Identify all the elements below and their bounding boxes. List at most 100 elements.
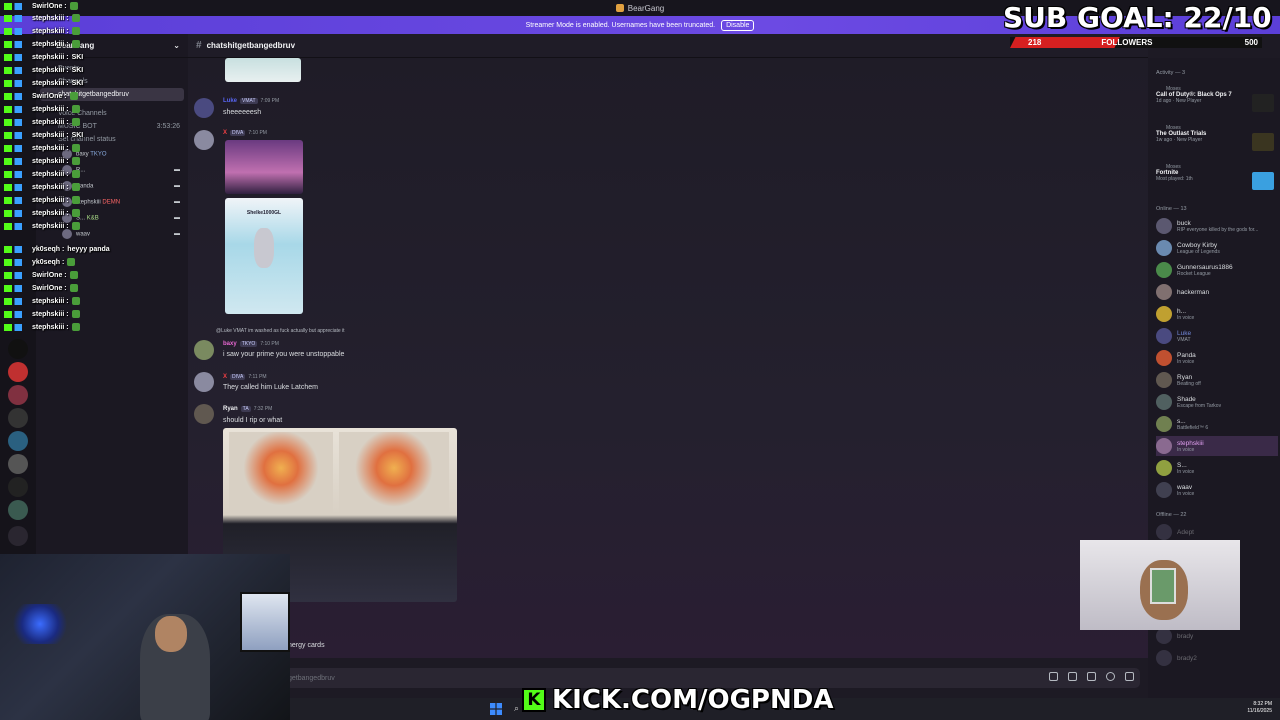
- message-author[interactable]: X: [223, 130, 227, 136]
- add-server-icon[interactable]: [8, 526, 28, 546]
- chat-badges-icon: [4, 258, 30, 266]
- message-author[interactable]: Ryan: [223, 406, 238, 412]
- member-status: Rocket League: [1177, 270, 1211, 277]
- gift-icon[interactable]: [1049, 672, 1058, 681]
- member-name: Cowboy Kirby: [1177, 241, 1218, 249]
- message-time: 7:11 PM: [248, 374, 267, 380]
- emote-icon: [71, 222, 80, 230]
- avatar: [1156, 460, 1172, 476]
- activity-card[interactable]: Moses Fortnite Most played: 1th: [1156, 164, 1274, 198]
- member-name: Ryan: [1177, 373, 1193, 381]
- avatar[interactable]: [194, 340, 214, 360]
- avatar[interactable]: [194, 130, 214, 150]
- server-icon[interactable]: [8, 362, 28, 382]
- member-item[interactable]: hackerman: [1156, 282, 1278, 302]
- server-icon[interactable]: [8, 454, 28, 474]
- emote-icon: [71, 14, 80, 22]
- kick-chat-user: stephskiii :: [32, 14, 69, 22]
- chat-badges-icon: [4, 284, 30, 292]
- member-name: s...: [1177, 417, 1186, 425]
- kick-chat-user: stephskiii :: [32, 157, 69, 165]
- member-item[interactable]: h... In voice: [1156, 304, 1278, 324]
- kick-chat-text: heyyy panda: [67, 245, 110, 253]
- disable-streamer-mode-button[interactable]: Disable: [721, 19, 755, 31]
- message-image[interactable]: [225, 140, 303, 194]
- avatar: [1156, 524, 1172, 540]
- chat-badges-icon: [4, 183, 30, 191]
- member-status: In voice: [1177, 490, 1195, 497]
- member-item[interactable]: Luke VMAT: [1156, 326, 1278, 346]
- member-item[interactable]: Shade Escape from Tarkov: [1156, 392, 1278, 412]
- member-item[interactable]: Panda In voice: [1156, 348, 1278, 368]
- followers-goal: 500: [1244, 38, 1258, 47]
- emoji-icon[interactable]: [1106, 672, 1115, 681]
- apps-icon[interactable]: [1125, 672, 1134, 681]
- kick-chat-text: SKI: [71, 53, 84, 61]
- kick-chat-line: SwirlOne :: [4, 269, 78, 281]
- message-image[interactable]: [225, 58, 301, 82]
- game-thumbnail: [1252, 94, 1274, 112]
- member-item[interactable]: Adept: [1156, 522, 1278, 542]
- kick-chat-user: stephskiii :: [32, 79, 69, 87]
- message-author[interactable]: baxy: [223, 341, 237, 347]
- kick-chat-user: stephskiii :: [32, 131, 69, 139]
- gif-icon[interactable]: [1068, 672, 1077, 681]
- server-icon[interactable]: [8, 339, 28, 359]
- streamer-head: [155, 616, 187, 652]
- server-icon[interactable]: [8, 500, 28, 520]
- reply-preview[interactable]: @Luke VMAT im washed as fuck actually bu…: [216, 328, 345, 334]
- message-text-partial: nergy cards: [288, 642, 325, 649]
- server-icon[interactable]: [8, 431, 28, 451]
- member-status: League of Legends: [1177, 248, 1220, 255]
- sticker-icon[interactable]: [1087, 672, 1096, 681]
- clock-date: 11/16/2025: [1247, 708, 1272, 714]
- member-item[interactable]: buck RIP everyone killed by the gods for.…: [1156, 216, 1278, 236]
- avatar[interactable]: [194, 98, 214, 118]
- member-name: waav: [1177, 483, 1193, 491]
- message-text: i saw your prime you were unstoppable: [223, 351, 345, 358]
- server-icon[interactable]: [8, 408, 28, 428]
- character-figure: [254, 228, 274, 268]
- member-item[interactable]: S... In voice: [1156, 458, 1278, 478]
- server-icon[interactable]: [8, 477, 28, 497]
- kick-chat-user: stephskiii :: [32, 183, 69, 191]
- activity-card[interactable]: Moses The Outlast Trials 1w ago · New Pl…: [1156, 125, 1274, 159]
- kick-logo-icon: K: [522, 688, 546, 712]
- member-item[interactable]: brady2: [1156, 648, 1278, 668]
- activity-card[interactable]: Moses Call of Duty®: Black Ops 7 1d ago …: [1156, 86, 1274, 120]
- member-item[interactable]: Cowboy Kirby League of Legends: [1156, 238, 1278, 258]
- kick-chat-user: SwirlOne :: [32, 284, 67, 292]
- windows-start-icon[interactable]: [490, 703, 502, 715]
- member-item[interactable]: waav In voice: [1156, 480, 1278, 500]
- member-item[interactable]: Ryan Beating off: [1156, 370, 1278, 390]
- emote-icon: [71, 144, 80, 152]
- emote-icon: [69, 284, 78, 292]
- message-header: X DIVA 7:10 PM: [223, 130, 267, 136]
- kick-chat-text: SKI: [71, 131, 84, 139]
- avatar[interactable]: [194, 372, 214, 392]
- message-time: 7:10 PM: [248, 130, 267, 136]
- member-item[interactable]: Gunnersaurus1886 Rocket League: [1156, 260, 1278, 280]
- taskbar-clock[interactable]: 8:32 PM 11/16/2025: [1247, 701, 1272, 715]
- member-status: Battlefield™ 6: [1177, 424, 1209, 431]
- offline-section-title: Offline — 22: [1156, 512, 1187, 518]
- member-item[interactable]: stephskiii In voice: [1156, 436, 1278, 456]
- member-item[interactable]: s... Battlefield™ 6: [1156, 414, 1278, 434]
- kick-chat-line: stephskiii :: [4, 155, 80, 167]
- server-icon[interactable]: [8, 385, 28, 405]
- kick-chat-line: SwirlOne :: [4, 0, 78, 12]
- message-image[interactable]: Shelke1000GL: [225, 198, 303, 314]
- chat-badges-icon: [4, 245, 30, 253]
- member-status: Beating off: [1177, 380, 1201, 387]
- search-icon[interactable]: ⌕: [514, 703, 519, 714]
- avatar[interactable]: [194, 404, 214, 424]
- emote-icon: [69, 271, 78, 279]
- member-name: Shade: [1177, 395, 1196, 403]
- message-list[interactable]: Luke VMAT 7:09 PM sheeeeeesh X DIVA 7:10 PM …: [188, 58, 1148, 658]
- message-author[interactable]: X: [223, 374, 227, 380]
- message-text: should I rip or what: [223, 417, 283, 424]
- kick-chat-line: stephskiii : SKI: [4, 77, 83, 89]
- chat-badges-icon: [4, 170, 30, 178]
- chat-badges-icon: [4, 297, 30, 305]
- message-author[interactable]: Luke: [223, 98, 237, 104]
